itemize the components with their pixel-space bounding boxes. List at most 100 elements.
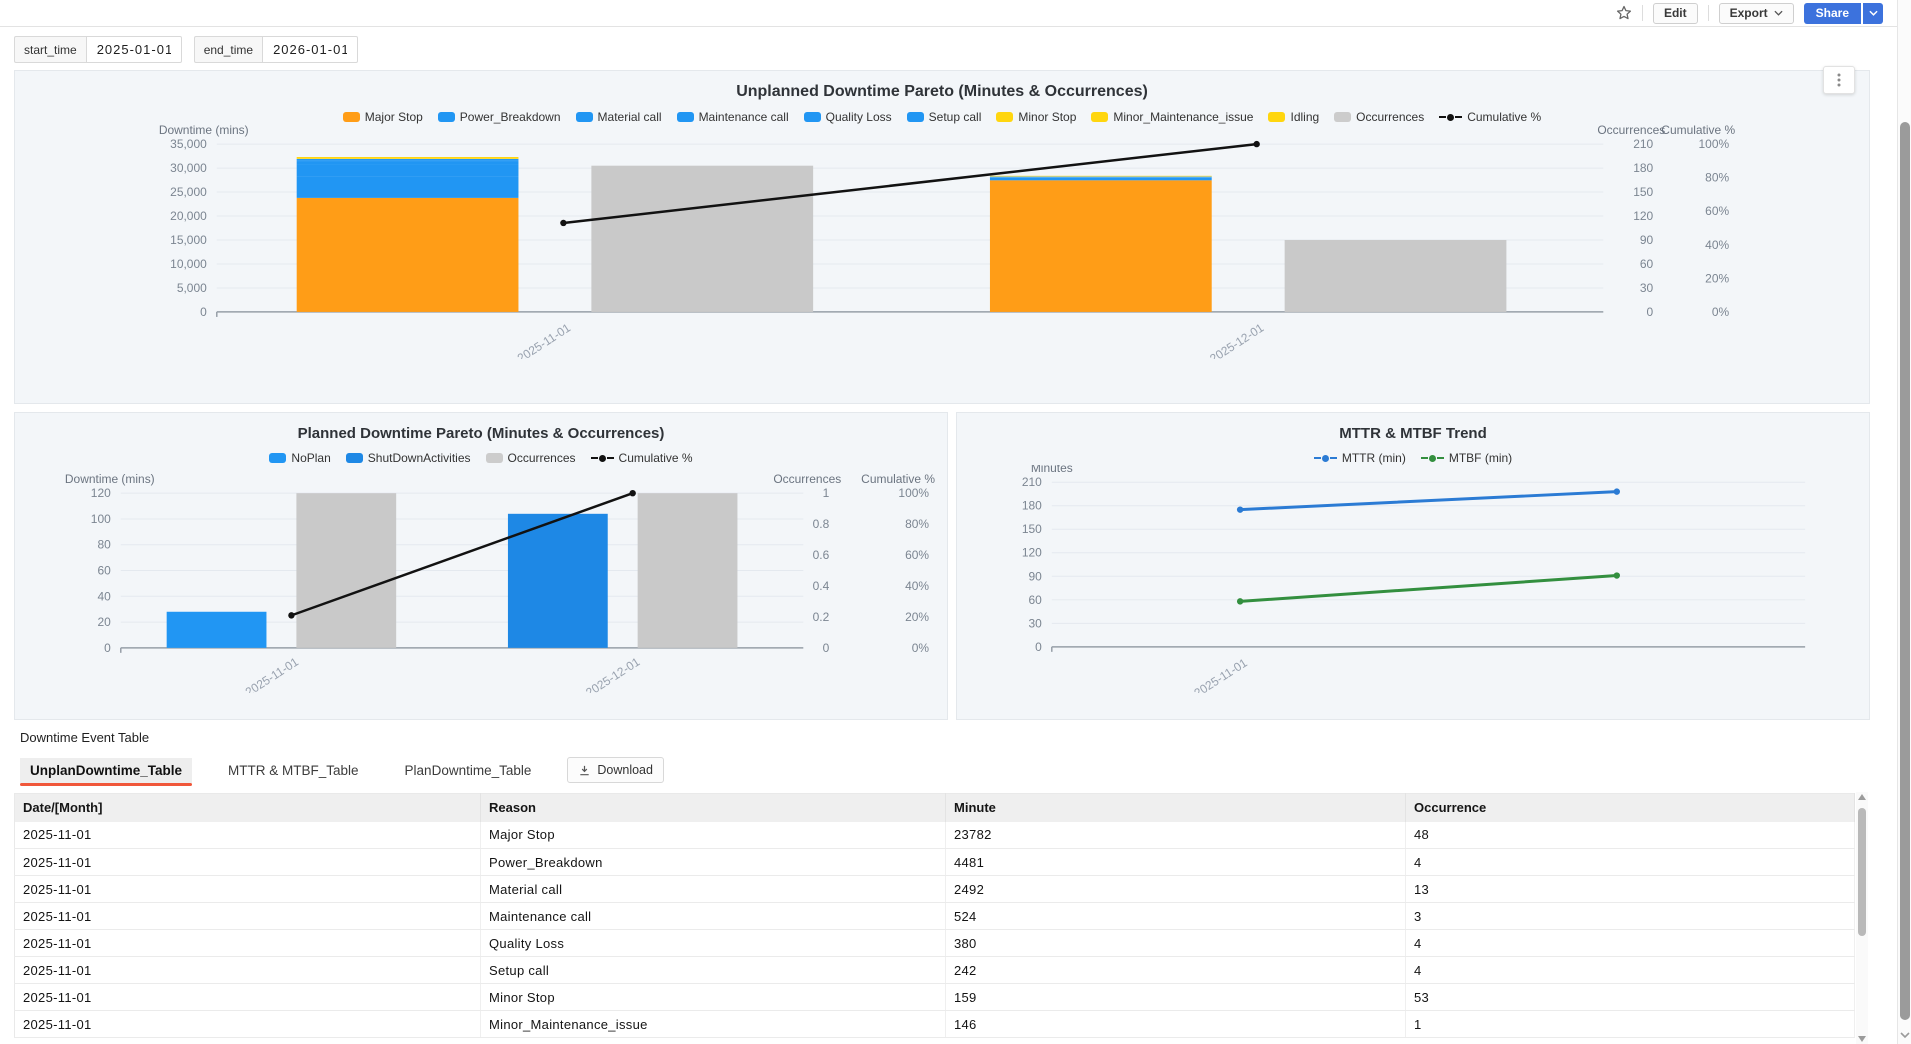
downtime-event-table: Date/[Month]ReasonMinuteOccurrence 2025-…: [14, 793, 1855, 1038]
svg-text:0.4: 0.4: [813, 579, 830, 593]
svg-text:20,000: 20,000: [170, 209, 207, 223]
table-header-row: Date/[Month]ReasonMinuteOccurrence: [15, 794, 1855, 822]
svg-text:0: 0: [104, 641, 111, 655]
legend-item[interactable]: Setup call: [907, 110, 982, 124]
legend-item[interactable]: Major Stop: [343, 110, 423, 124]
table-cell: 2025-11-01: [15, 822, 481, 849]
chart-legend: Major Stop Power_Breakdown Material call Ma…: [15, 110, 1869, 124]
legend-label: Major Stop: [365, 110, 423, 124]
legend-swatch: [576, 112, 593, 122]
end-time-input[interactable]: [262, 36, 358, 63]
legend-item[interactable]: Material call: [576, 110, 662, 124]
svg-text:80: 80: [97, 538, 111, 552]
svg-text:60%: 60%: [1705, 204, 1729, 218]
legend-label: Maintenance call: [699, 110, 789, 124]
edit-button[interactable]: Edit: [1653, 3, 1698, 24]
legend-label: Cumulative %: [619, 451, 693, 465]
legend-item[interactable]: NoPlan: [269, 451, 330, 465]
table-cell: Major Stop: [481, 822, 946, 849]
svg-text:100%: 100%: [898, 486, 929, 500]
legend-item[interactable]: Minor_Maintenance_issue: [1091, 110, 1253, 124]
legend-item[interactable]: MTBF (min): [1421, 451, 1512, 465]
tab-mttr-mtbf-table[interactable]: MTTR & MTBF_Table: [218, 758, 369, 783]
scroll-down-arrow-icon[interactable]: [1858, 1036, 1866, 1042]
legend-item[interactable]: Idling: [1268, 110, 1319, 124]
share-button[interactable]: Share: [1804, 3, 1861, 24]
svg-text:2025-12-01: 2025-12-01: [583, 654, 642, 693]
star-icon[interactable]: [1616, 5, 1632, 21]
table-cell: 4: [1406, 930, 1855, 957]
svg-text:80%: 80%: [905, 517, 929, 531]
svg-text:100%: 100%: [1699, 137, 1730, 151]
page-scrollbar-thumb[interactable]: [1900, 122, 1910, 1020]
panel-menu-button[interactable]: [1823, 66, 1855, 94]
legend-item[interactable]: ShutDownActivities: [346, 451, 471, 465]
svg-text:90: 90: [1640, 233, 1654, 247]
table-cell: 3: [1406, 903, 1855, 930]
scroll-down-chevron-icon[interactable]: [1899, 1026, 1911, 1044]
chart-legend: NoPlan ShutDownActivities Occurrences Cumul…: [15, 451, 947, 465]
svg-text:180: 180: [1022, 499, 1042, 513]
svg-text:10,000: 10,000: [170, 257, 207, 271]
legend-label: NoPlan: [291, 451, 330, 465]
svg-text:210: 210: [1022, 475, 1042, 489]
svg-text:0: 0: [823, 641, 830, 655]
start-time-label: start_time: [14, 36, 86, 63]
start-time-input[interactable]: [86, 36, 182, 63]
legend-item[interactable]: MTTR (min): [1314, 451, 1406, 465]
chevron-down-icon: [1869, 10, 1878, 16]
legend-item[interactable]: Occurrences: [486, 451, 576, 465]
table-header-cell: Reason: [481, 794, 946, 822]
legend-item[interactable]: Power_Breakdown: [438, 110, 561, 124]
svg-text:150: 150: [1633, 185, 1653, 199]
svg-text:2025-11-01: 2025-11-01: [243, 654, 302, 693]
svg-text:60: 60: [1028, 593, 1042, 607]
legend-label: Quality Loss: [826, 110, 892, 124]
svg-text:2025-12-01: 2025-12-01: [1207, 320, 1266, 359]
svg-text:25,000: 25,000: [170, 185, 207, 199]
download-button[interactable]: Download: [567, 757, 664, 783]
section-title: Downtime Event Table: [20, 730, 1870, 745]
table-cell: 2025-11-01: [15, 1011, 481, 1038]
legend-item[interactable]: Maintenance call: [677, 110, 789, 124]
table-row: 2025-11-01Power_Breakdown44814: [15, 849, 1855, 876]
topbar: Edit Export Share: [0, 0, 1897, 27]
legend-swatch: [346, 453, 363, 463]
svg-text:30,000: 30,000: [170, 161, 207, 175]
export-button[interactable]: Export: [1719, 3, 1794, 24]
chevron-down-icon: [1774, 10, 1783, 16]
share-menu-button[interactable]: [1863, 3, 1883, 24]
download-icon: [578, 764, 591, 777]
kebab-icon: [1837, 73, 1841, 87]
svg-text:0: 0: [1035, 640, 1042, 654]
table-scrollbar-thumb[interactable]: [1858, 808, 1866, 936]
table-cell: 2492: [946, 876, 1406, 903]
svg-text:Downtime (mins): Downtime (mins): [65, 472, 155, 486]
table-cell: Setup call: [481, 957, 946, 984]
tab-plandowntime-table[interactable]: PlanDowntime_Table: [395, 758, 542, 783]
legend-item[interactable]: Cumulative %: [1439, 110, 1541, 124]
svg-text:120: 120: [1022, 546, 1042, 560]
svg-text:90: 90: [1028, 569, 1042, 583]
legend-line-marker: [591, 455, 614, 462]
table-cell: 1: [1406, 1011, 1855, 1038]
svg-text:80%: 80%: [1705, 171, 1729, 185]
legend-item[interactable]: Quality Loss: [804, 110, 892, 124]
legend-line-marker: [1421, 455, 1444, 462]
legend-item[interactable]: Occurrences: [1334, 110, 1424, 124]
table-header-cell: Occurrence: [1406, 794, 1855, 822]
legend-swatch: [1091, 112, 1108, 122]
mttr-mtbf-chart: 0306090120150180210Minutes2025-11-01: [957, 465, 1869, 693]
svg-text:60: 60: [97, 564, 111, 578]
scroll-up-arrow-icon[interactable]: [1858, 794, 1866, 800]
legend-item[interactable]: Minor Stop: [996, 110, 1076, 124]
end-time-label: end_time: [194, 36, 262, 63]
downtime-event-section: Downtime Event Table UnplanDowntime_Tabl…: [14, 726, 1870, 1044]
legend-item[interactable]: Cumulative %: [591, 451, 693, 465]
divider: [1642, 5, 1643, 21]
tab-unplandowntime-table[interactable]: UnplanDowntime_Table: [20, 758, 192, 783]
legend-label: Material call: [598, 110, 662, 124]
start-time-group: start_time: [14, 36, 182, 63]
svg-text:30: 30: [1640, 281, 1654, 295]
legend-swatch: [1334, 112, 1351, 122]
